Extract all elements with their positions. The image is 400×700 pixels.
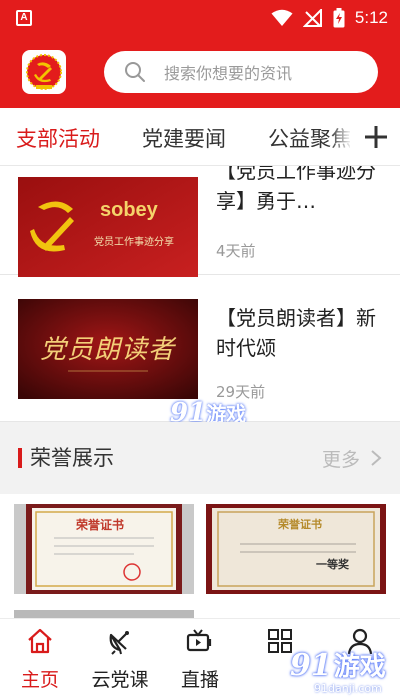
search-box[interactable]: 搜索你想要的资讯 [104,51,378,93]
certificate-image[interactable]: 荣誉证书 一等奖 [206,504,386,594]
status-time: 5:12 [354,8,388,27]
nav-label: 直播 [180,669,219,691]
news-list: sobey 党员工作事迹分享 【党员工作事迹分享】勇于… 4天前 党员朗读者 【… [0,166,400,422]
app-screen: A 5:12 搜索你想要的资讯 支部活动 党建要闻 公益聚焦 sobey 党员工… [0,0,400,700]
certificate-award: 一等奖 [316,558,349,571]
chevron-right-icon[interactable] [370,449,382,467]
news-item[interactable]: sobey 党员工作事迹分享 【党员工作事迹分享】勇于… 4天前 [0,166,400,277]
no-signal-icon [302,9,322,27]
section-title: 荣誉展示 [30,446,114,470]
nav-label: 云党课 [91,669,149,691]
certificate-image[interactable]: 荣誉证书 [14,504,194,594]
status-bar: A 5:12 [0,0,400,36]
video-icon [186,629,212,652]
honor-gallery: 荣誉证书 荣誉证书 一等奖 [0,494,400,618]
search-placeholder: 搜索你想要的资讯 [164,64,293,83]
battery-charging-icon [333,8,345,28]
thumbnail-caption: 党员工作事迹分享 [94,237,174,248]
add-channel-button[interactable] [352,108,400,165]
search-icon [125,62,145,82]
certificate-title: 荣誉证书 [278,518,322,531]
news-title: 【党员朗读者】新时代颂 [216,306,376,360]
plus-icon [365,125,387,148]
thumbnail-title-text: 党员朗读者 [40,335,176,365]
app-header: 搜索你想要的资讯 [0,36,400,108]
nav-cloud-class[interactable]: 云党课 [80,619,160,700]
app-notification-icon: A [16,10,32,26]
home-icon [28,628,52,654]
tab-branch-activities[interactable]: 支部活动 [16,123,100,153]
section-accent-bar [18,448,22,468]
nav-live[interactable]: 直播 [160,619,240,700]
honor-section-header: 荣誉展示 更多 [0,422,400,494]
thumbnail-brand-text: sobey [100,199,158,221]
news-thumbnail: sobey 党员工作事迹分享 [18,177,198,277]
news-thumbnail: 党员朗读者 [18,299,198,399]
news-time: 4天前 [216,242,256,260]
party-emblem-icon [26,54,62,90]
nav-home[interactable]: 主页 [0,619,80,700]
app-logo[interactable] [22,50,66,94]
site-watermark: 91 游戏 91danji.com [290,648,386,695]
wifi-icon [271,9,293,26]
news-title: 【党员工作事迹分享】勇于… [216,166,376,213]
certificate-title: 荣誉证书 [76,518,125,532]
satellite-dish-icon [109,631,129,655]
more-link[interactable]: 更多 [322,445,360,472]
tab-party-news[interactable]: 党建要闻 [142,123,226,153]
channel-tab-bar: 支部活动 党建要闻 公益聚焦 [0,108,400,166]
nav-label: 主页 [20,669,59,691]
